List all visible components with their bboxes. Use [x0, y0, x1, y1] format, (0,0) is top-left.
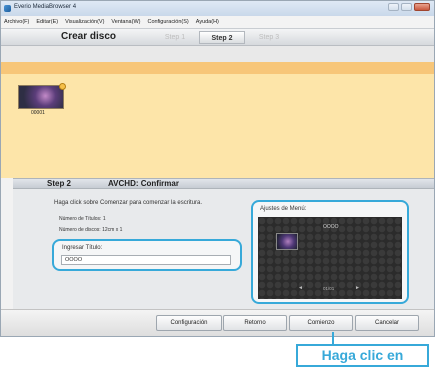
window-title: Everio MediaBrowser 4 — [14, 4, 77, 10]
selected-badge-icon — [59, 83, 66, 90]
menu-ventana[interactable]: Ventana(W) — [111, 19, 140, 25]
menu-bar: Archivo(F) Editar(E) Visualización(V) Ve… — [1, 16, 434, 28]
media-panel — [1, 74, 434, 178]
prev-page-icon: ◄ — [298, 285, 303, 291]
menu-archivo[interactable]: Archivo(F) — [4, 19, 29, 25]
media-file-name: 00001 — [31, 110, 45, 116]
back-button[interactable]: Retorno — [223, 315, 287, 331]
step-2-label: Step 2 — [47, 179, 72, 188]
step-2-bar: Step 2 AVCHD: Confirmar — [13, 178, 434, 189]
callout-box: Haga clic en — [296, 344, 429, 367]
step-2-title: AVCHD: Confirmar — [108, 179, 179, 188]
step-3-tab: Step 3 — [258, 34, 280, 41]
cancel-button[interactable]: Cancelar — [355, 315, 419, 331]
preview-title: OOOO — [323, 224, 339, 230]
menu-configuracion[interactable]: Configuración(S) — [147, 19, 188, 25]
menu-visualizacion[interactable]: Visualización(V) — [65, 19, 104, 25]
titles-count: Número de Títulos: 1 — [59, 216, 106, 222]
app-window: Everio MediaBrowser 4 Archivo(F) Editar(… — [0, 0, 435, 337]
selection-bar — [1, 62, 434, 74]
preview-page-number: 01/01 — [323, 286, 335, 291]
toolbar-strip — [1, 46, 434, 62]
title-input[interactable] — [61, 255, 231, 265]
menu-editar[interactable]: Editar(E) — [36, 19, 58, 25]
menu-ayuda[interactable]: Ayuda(H) — [196, 19, 219, 25]
step-1-tab: Step 1 — [164, 34, 186, 41]
start-button[interactable]: Comienzo — [289, 315, 353, 331]
wizard-header: Crear disco Step 1 Step 2 Step 3 — [1, 28, 434, 46]
menu-settings-label: Ajustes de Menú: — [260, 206, 307, 212]
step-2-tab: Step 2 — [199, 31, 245, 44]
configuration-button[interactable]: Configuración — [156, 315, 222, 331]
title-entry-group: Ingresar Título: — [52, 239, 242, 271]
preview-thumbnail — [276, 233, 298, 250]
menu-preview[interactable]: OOOO ◄ 01/01 ► — [258, 217, 402, 299]
page-title: Crear disco — [61, 31, 117, 42]
maximize-button[interactable] — [401, 3, 412, 11]
menu-settings-group: Ajustes de Menú: OOOO ◄ 01/01 ► — [251, 200, 409, 304]
title-input-label: Ingresar Título: — [62, 245, 103, 251]
media-thumbnail[interactable] — [18, 83, 66, 109]
window-controls — [388, 3, 430, 11]
instruction-text: Haga click sobre Comenzar para comenzar … — [54, 200, 203, 206]
next-page-icon: ► — [355, 285, 360, 291]
disc-count: Número de discos: 12cm x 1 — [59, 227, 123, 233]
app-icon — [4, 5, 11, 12]
title-bar: Everio MediaBrowser 4 — [1, 1, 434, 16]
close-button[interactable] — [414, 3, 430, 11]
minimize-button[interactable] — [388, 3, 399, 11]
callout-text: Haga clic en — [321, 347, 404, 363]
